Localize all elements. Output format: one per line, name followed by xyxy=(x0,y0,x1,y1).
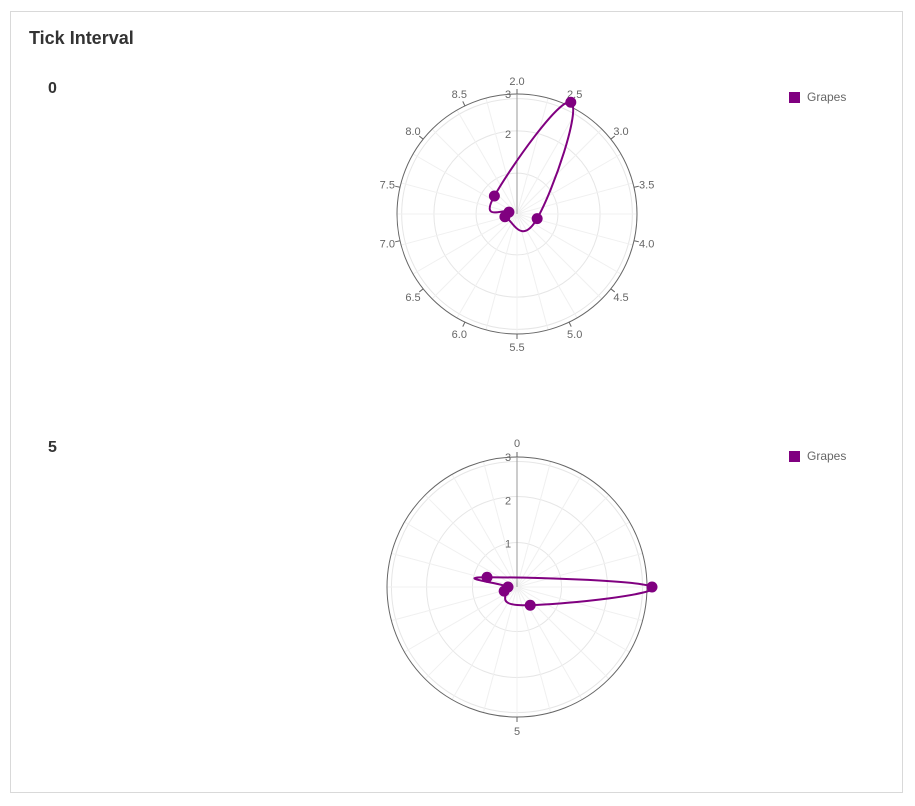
polar-chart-1: 2.02.53.03.54.04.55.05.56.06.57.07.58.08… xyxy=(380,76,655,354)
grid-spoke xyxy=(431,128,518,215)
angular-tick-label: 4.5 xyxy=(613,292,628,304)
grid-spoke xyxy=(516,586,643,622)
angular-tick-label: 3.5 xyxy=(639,179,654,191)
angular-tick-label: 6.0 xyxy=(452,329,467,341)
polar-chart-2: 0 5 1 2 3 xyxy=(386,438,658,738)
series-line xyxy=(488,100,575,233)
angular-tick-label: 0 xyxy=(514,438,520,450)
angular-tick xyxy=(462,321,466,327)
grid-spoke xyxy=(516,153,622,215)
data-point xyxy=(524,599,536,611)
angular-tick xyxy=(395,240,401,243)
angular-tick-label: 4.0 xyxy=(639,239,654,251)
data-point xyxy=(488,190,500,202)
grid-spoke xyxy=(400,213,518,246)
grid-spoke xyxy=(451,586,518,700)
grid-spoke xyxy=(516,213,622,275)
grid-spoke xyxy=(456,213,518,319)
angular-tick xyxy=(568,321,572,327)
grid-spoke xyxy=(485,213,518,331)
data-point xyxy=(646,581,658,593)
data-point xyxy=(502,581,514,593)
data-point xyxy=(481,571,493,583)
grid-spoke xyxy=(516,182,634,215)
grid-spoke xyxy=(516,213,603,300)
grid-spoke xyxy=(412,213,518,275)
data-point xyxy=(565,96,577,108)
angular-tick-label: 8.0 xyxy=(405,126,420,138)
grid-spoke xyxy=(516,474,583,588)
polar-charts-svg: 2.02.53.03.54.04.55.05.56.06.57.07.58.08… xyxy=(380,76,658,738)
angular-tick-label: 3.0 xyxy=(613,126,628,138)
grid-spoke xyxy=(456,109,518,215)
angular-tick-label: 5.0 xyxy=(567,329,582,341)
grid-spoke xyxy=(391,586,518,622)
radial-tick-label: 1 xyxy=(505,539,511,551)
grid-spoke xyxy=(482,586,518,713)
angular-tick-label: 6.5 xyxy=(405,292,420,304)
grid-spoke xyxy=(516,586,630,653)
data-point xyxy=(503,206,515,218)
radial-tick-label: 2 xyxy=(505,495,511,507)
grid-spoke xyxy=(516,461,552,588)
angular-tick-label: 8.5 xyxy=(452,89,467,101)
angular-tick-label: 2.0 xyxy=(509,76,524,88)
angular-tick-label: 5 xyxy=(514,726,520,738)
angular-tick xyxy=(395,185,401,188)
angular-tick-label: 7.0 xyxy=(380,239,395,251)
angular-tick xyxy=(462,101,466,107)
data-point xyxy=(531,213,543,225)
radial-tick-label: 3 xyxy=(505,89,511,101)
grid-spoke xyxy=(431,213,518,300)
grid-spoke xyxy=(404,586,518,653)
grid-spoke xyxy=(482,461,518,588)
grid-spoke xyxy=(516,97,549,215)
angular-tick-label: 5.5 xyxy=(509,342,524,354)
grid-spoke xyxy=(391,552,518,588)
grid-spoke xyxy=(451,474,518,588)
angular-tick-label: 7.5 xyxy=(380,179,395,191)
radial-tick-label: 3 xyxy=(505,452,511,464)
radial-tick-label: 2 xyxy=(505,129,511,141)
